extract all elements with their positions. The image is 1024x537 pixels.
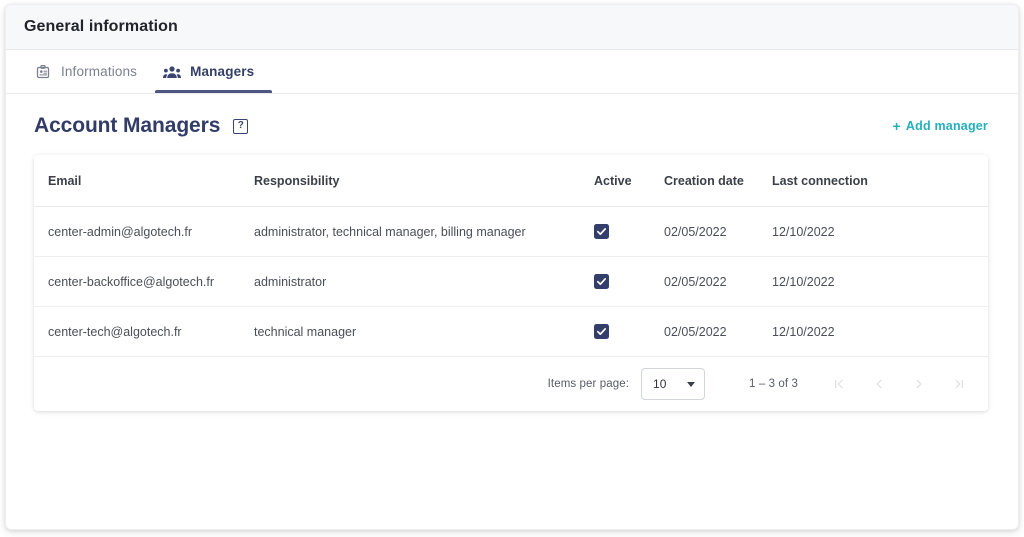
page-range-label: 1 – 3 of 3	[749, 378, 798, 390]
card-header: General information	[6, 5, 1018, 50]
items-per-page-value: 10	[653, 377, 667, 391]
pagination-buttons	[828, 373, 970, 395]
cell-email: center-admin@algotech.fr	[34, 206, 254, 257]
table-row[interactable]: center-backoffice@algotech.fr administra…	[34, 256, 988, 307]
id-badge-icon	[34, 63, 52, 81]
cell-creation-date: 02/05/2022	[664, 306, 772, 357]
cell-last-connection: 12/10/2022	[772, 256, 988, 307]
tab-informations[interactable]: Informations	[26, 50, 155, 93]
tab-informations-label: Informations	[61, 64, 138, 79]
cell-creation-date: 02/05/2022	[664, 206, 772, 257]
cell-active	[594, 306, 664, 357]
general-information-card: General information Informations Manager…	[5, 4, 1019, 530]
section-title: Account Managers	[34, 114, 221, 137]
cell-email: center-tech@algotech.fr	[34, 306, 254, 357]
chevron-down-icon	[687, 381, 696, 387]
cell-last-connection: 12/10/2022	[772, 206, 988, 257]
cell-responsibility: administrator	[254, 256, 594, 307]
section-header-row: Account Managers ? + Add manager	[6, 94, 1018, 138]
tab-managers-label: Managers	[190, 64, 255, 79]
tab-bar: Informations Managers	[6, 50, 1018, 94]
tab-managers[interactable]: Managers	[155, 50, 273, 93]
cell-email: center-backoffice@algotech.fr	[34, 256, 254, 307]
active-checkbox[interactable]	[594, 324, 609, 339]
help-question-icon[interactable]: ?	[233, 118, 249, 134]
column-header-creation-date: Creation date	[664, 155, 772, 207]
cell-active	[594, 256, 664, 307]
people-group-icon	[163, 63, 182, 81]
section-title-wrap: Account Managers ?	[34, 114, 249, 138]
table-body: center-admin@algotech.fr administrator, …	[34, 206, 988, 357]
first-page-button[interactable]	[828, 373, 850, 395]
managers-table-card: Email Responsibility Active Creation dat…	[34, 155, 988, 411]
column-header-email: Email	[34, 155, 254, 207]
cell-responsibility: technical manager	[254, 306, 594, 357]
add-manager-label: Add manager	[905, 119, 988, 133]
cell-creation-date: 02/05/2022	[664, 256, 772, 307]
cell-active	[594, 206, 664, 257]
active-checkbox[interactable]	[594, 274, 609, 289]
add-manager-button[interactable]: + Add manager	[893, 119, 988, 133]
cell-last-connection: 12/10/2022	[772, 306, 988, 357]
column-header-responsibility: Responsibility	[254, 155, 594, 207]
managers-table: Email Responsibility Active Creation dat…	[34, 155, 988, 357]
table-row[interactable]: center-tech@algotech.fr technical manage…	[34, 306, 988, 357]
table-row[interactable]: center-admin@algotech.fr administrator, …	[34, 206, 988, 257]
table-header-row: Email Responsibility Active Creation dat…	[34, 155, 988, 207]
next-page-button[interactable]	[908, 373, 930, 395]
page-title: General information	[24, 18, 178, 35]
cell-responsibility: administrator, technical manager, billin…	[254, 206, 594, 257]
plus-icon: +	[892, 118, 901, 134]
column-header-active: Active	[594, 155, 664, 207]
paginator: Items per page: 10 1 – 3 of 3	[34, 357, 988, 411]
column-header-last-connection: Last connection	[772, 155, 988, 207]
items-per-page-select[interactable]: 10	[641, 368, 706, 400]
previous-page-button[interactable]	[868, 373, 890, 395]
table-head: Email Responsibility Active Creation dat…	[34, 155, 988, 207]
active-checkbox[interactable]	[594, 224, 609, 239]
last-page-button[interactable]	[948, 373, 970, 395]
items-per-page-label: Items per page:	[547, 378, 630, 390]
